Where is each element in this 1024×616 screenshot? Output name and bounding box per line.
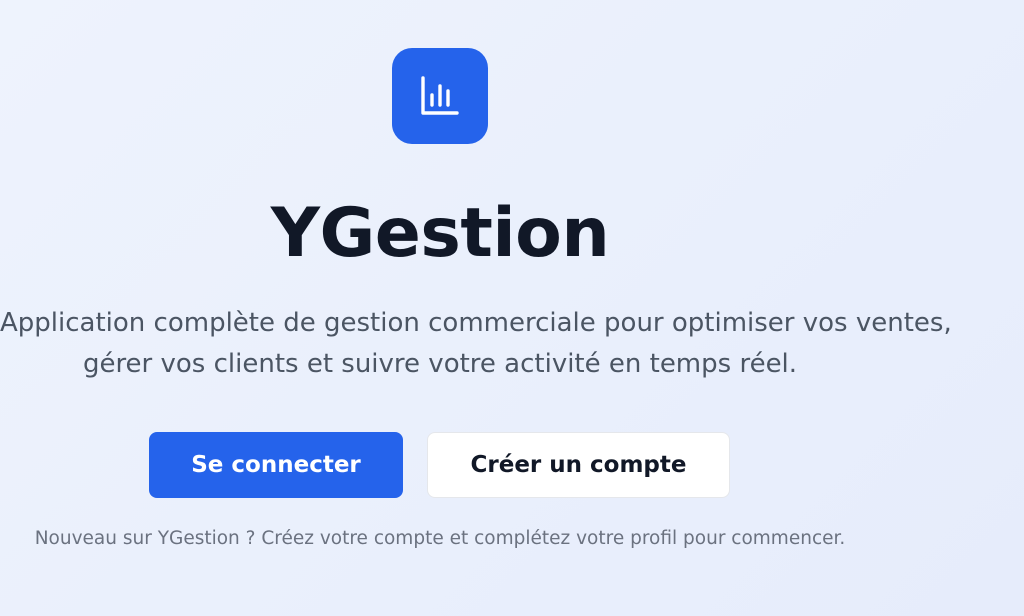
onboarding-hint: Nouveau sur YGestion ? Créez votre compt…	[34, 528, 846, 549]
app-logo	[392, 48, 488, 144]
tagline-line-2: gérer vos clients et suivre votre activi…	[82, 349, 798, 379]
app-title: YGestion	[270, 194, 610, 273]
login-button[interactable]: Se connecter	[149, 432, 403, 498]
bar-chart-icon	[421, 76, 459, 115]
app-tagline: Application complète de gestion commerci…	[0, 303, 952, 385]
tagline-line-1: Application complète de gestion commerci…	[0, 308, 952, 338]
create-account-button[interactable]: Créer un compte	[427, 432, 730, 498]
